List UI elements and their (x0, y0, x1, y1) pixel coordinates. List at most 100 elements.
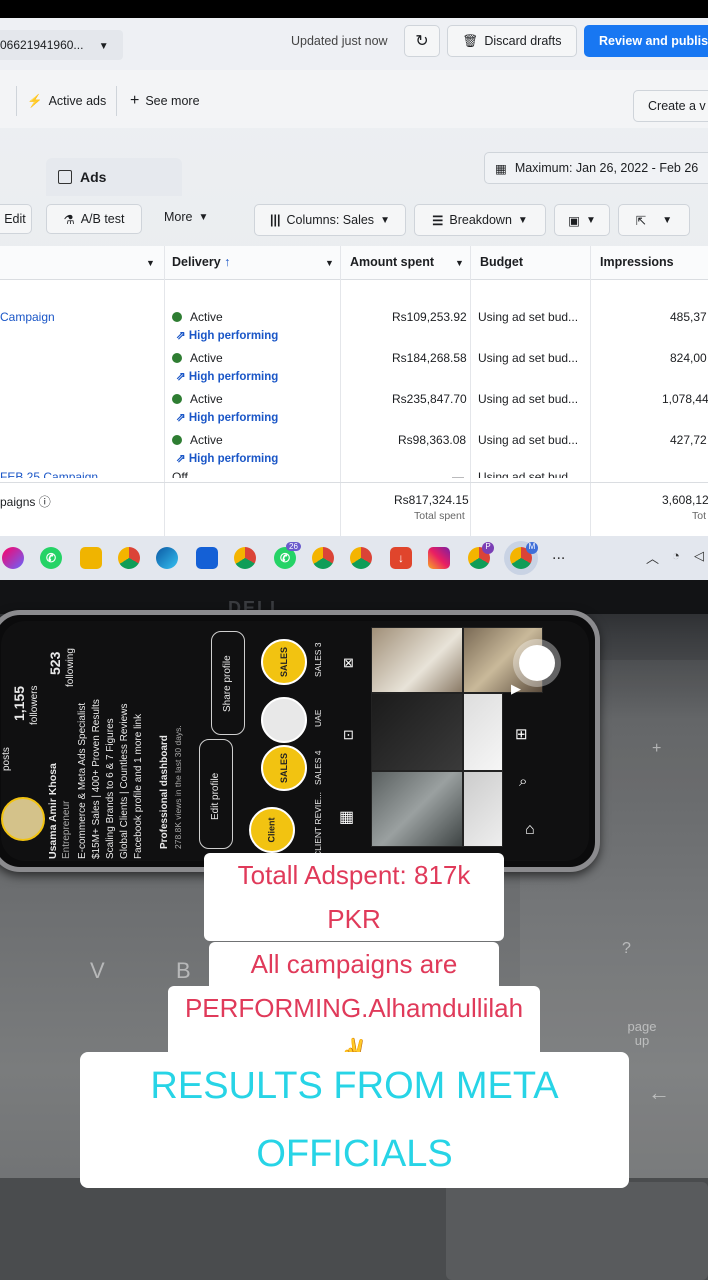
caret-down-icon[interactable]: ▼ (455, 258, 464, 268)
column-budget[interactable]: Budget (480, 255, 523, 269)
share-profile-button[interactable]: Share profile (211, 631, 245, 735)
post-thumbnail[interactable] (371, 771, 463, 847)
sort-up-icon: ↑ (224, 255, 231, 269)
more-button[interactable]: More ▼ (164, 210, 208, 224)
search-nav-icon[interactable]: ⌕ (519, 773, 527, 790)
edit-profile-button[interactable]: Edit profile (199, 739, 233, 849)
external-link-icon: ⇱ (635, 213, 647, 228)
tab-ads[interactable]: Ads (46, 158, 182, 196)
chrome-icon[interactable] (234, 547, 256, 569)
columns-icon: ||| (270, 213, 281, 227)
delivery-status: Active (172, 392, 223, 406)
post-thumbnail[interactable] (463, 693, 503, 771)
trash-icon: 🗑 (462, 33, 479, 48)
breakdown-icon: ☰ (432, 213, 444, 228)
caret-down-icon[interactable]: ▼ (146, 258, 155, 268)
status-dot (172, 353, 182, 363)
post-thumbnail[interactable] (371, 693, 463, 771)
file-explorer-icon[interactable] (80, 547, 102, 569)
column-impressions[interactable]: Impressions (600, 255, 674, 269)
columns-button[interactable]: ||| Columns: Sales ▼ (254, 204, 406, 236)
grid-icon[interactable]: ▦ (339, 807, 354, 827)
assistive-touch-button[interactable] (519, 645, 555, 681)
tagged-icon[interactable]: ⊠ (343, 655, 354, 671)
key-page-up: page up (627, 1019, 657, 1048)
create-button[interactable]: Create a v (633, 90, 708, 122)
chevron-down-icon: ▼ (98, 41, 109, 52)
table-row[interactable]: Campaign Active ⇗ High performing Rs109,… (0, 300, 708, 342)
reels-icon[interactable]: ⊡ (343, 727, 354, 743)
date-range-picker[interactable]: ▦ Maximum: Jan 26, 2022 - Feb 26 (484, 152, 708, 184)
table-row[interactable]: Active ⇗ High performing Rs235,847.70 Us… (0, 382, 708, 424)
store-icon[interactable] (196, 547, 218, 569)
ab-test-button[interactable]: ⚗ A/B test (46, 204, 142, 234)
review-publish-button[interactable]: Review and publish (584, 25, 708, 57)
budget: Using ad set bud (478, 470, 569, 478)
total-spent-label: Total spent (414, 510, 465, 522)
home-nav-icon[interactable]: ⌂ (525, 821, 535, 839)
volume-icon[interactable]: ◁ (694, 548, 704, 564)
instagram-icon[interactable] (428, 547, 450, 569)
highlight-label: CLIENT REVIE... (313, 791, 323, 857)
following-label: following (65, 648, 76, 687)
ads-manager-topbar: 06621941960... ▼ Updated just now ↻ 🗑 Di… (0, 18, 708, 70)
ads-table: ▼ Delivery ↑ ▼ Amount spent ▼ Budget Imp… (0, 246, 708, 542)
more-apps[interactable]: ... (552, 546, 565, 564)
delivery-status: Active (172, 310, 223, 324)
table-row[interactable]: Active ⇗ High performing Rs184,268.58 Us… (0, 341, 708, 383)
whatsapp-icon[interactable]: ✆ (40, 547, 62, 569)
total-impressions-label: Tot (692, 510, 707, 522)
refresh-button[interactable]: ↻ (404, 25, 440, 57)
account-selector[interactable]: 06621941960... ▼ (0, 30, 123, 60)
professional-dashboard[interactable]: Professional dashboard (159, 735, 170, 849)
avatar[interactable] (1, 797, 45, 841)
totals-label: paigns ⓘ (0, 495, 51, 509)
add-nav-icon[interactable]: ⊞ (515, 725, 528, 743)
export-button[interactable]: ⇱ ▼ (618, 204, 690, 236)
breakdown-button[interactable]: ☰ Breakdown ▼ (414, 204, 546, 236)
reels-nav-icon[interactable]: ▶ (511, 681, 521, 697)
edge-icon[interactable] (156, 547, 178, 569)
active-ads-filter[interactable]: ⚡ Active ads (16, 86, 118, 116)
amount-spent: Rs184,268.58 (392, 351, 467, 365)
phone-screen: posts 1,155 followers 523 following Usam… (1, 621, 589, 861)
column-amount-spent[interactable]: Amount spent (350, 255, 434, 269)
table-row[interactable]: FEB 25 Campaign Off — Using ad set bud (0, 464, 708, 478)
reports-button[interactable]: ▣ ▼ (554, 204, 610, 236)
table-header: ▼ Delivery ↑ ▼ Amount spent ▼ Budget Imp… (0, 246, 708, 280)
post-thumbnail[interactable] (371, 627, 463, 693)
table-row[interactable]: Active ⇗ High performing Rs98,363.08 Usi… (0, 423, 708, 465)
reports-icon: ▣ (568, 213, 580, 228)
edit-button[interactable]: Edit (0, 204, 32, 234)
refresh-icon: ↻ (415, 33, 429, 50)
bio-line: Global Clients | Countless Reviews (119, 703, 130, 859)
chevron-up-icon[interactable]: ︿ (646, 548, 659, 567)
chrome-icon[interactable] (350, 547, 372, 569)
highlight-sales-3[interactable]: SALES (261, 639, 307, 685)
question-key-icon: ? (622, 940, 631, 957)
copilot-icon[interactable] (2, 547, 24, 569)
discard-drafts-button[interactable]: 🗑 Discard drafts (447, 25, 577, 57)
status-dot (172, 435, 182, 445)
chrome-icon[interactable] (118, 547, 140, 569)
campaign-name[interactable]: FEB 25 Campaign (0, 470, 98, 478)
column-delivery[interactable]: Delivery ↑ (172, 255, 230, 269)
chrome-icon[interactable] (312, 547, 334, 569)
see-more-filter[interactable]: + See more (130, 92, 200, 110)
plus-icon: + (130, 92, 140, 109)
caret-down-icon[interactable]: ▼ (325, 258, 334, 268)
highlight-sales-4[interactable]: SALES (261, 745, 307, 791)
highlight-client-reviews[interactable]: Client (249, 807, 295, 853)
bio-link[interactable]: Facebook profile and 1 more link (133, 714, 144, 859)
caret-down-icon: ▼ (198, 211, 209, 223)
wifi-icon[interactable]: ◔ (672, 548, 680, 563)
screen-bezel (0, 580, 708, 614)
caret-down-icon: ▼ (662, 214, 673, 226)
impressions: 427,72 (670, 433, 707, 447)
highlight-uae[interactable] (261, 697, 307, 743)
download-icon[interactable]: ↓ (390, 547, 412, 569)
impressions: 485,37 (670, 310, 707, 324)
campaign-name[interactable]: Campaign (0, 310, 55, 324)
updated-status: Updated just now (291, 34, 388, 48)
post-thumbnail[interactable] (463, 771, 503, 847)
